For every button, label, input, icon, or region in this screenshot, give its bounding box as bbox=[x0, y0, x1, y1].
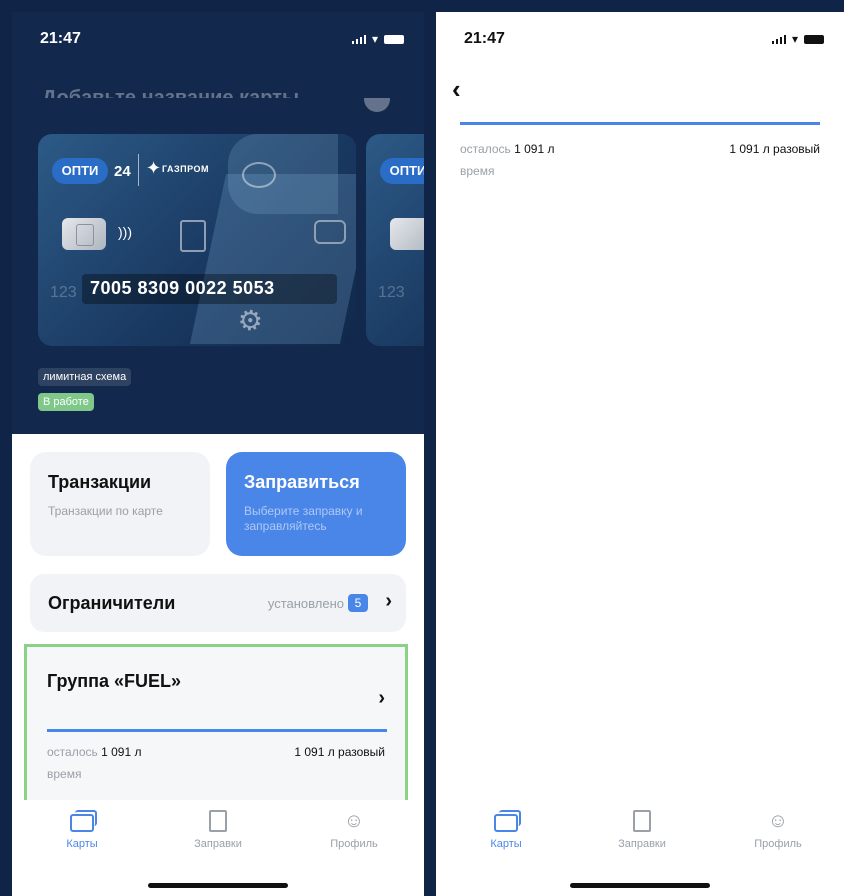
chevron-right-icon: › bbox=[385, 590, 392, 612]
time-label: время bbox=[47, 767, 82, 781]
limits-row[interactable]: Ограничители установлено 5 › bbox=[30, 574, 406, 632]
remaining-label: осталось bbox=[47, 745, 98, 759]
refuel-tile[interactable]: Заправиться Выберите заправку и заправля… bbox=[226, 452, 406, 556]
limit-progress-bar bbox=[47, 729, 387, 732]
signal-icon bbox=[351, 34, 366, 44]
cards-icon bbox=[446, 810, 566, 832]
group-title: Группа «FUEL» bbox=[47, 671, 182, 691]
transactions-subtitle: Транзакции по карте bbox=[48, 504, 163, 518]
logo-divider bbox=[138, 154, 139, 186]
fuel-pump-icon bbox=[180, 220, 206, 252]
wifi-icon: ▾ bbox=[371, 32, 378, 46]
limit-value: 1 091 л разовый bbox=[294, 745, 385, 759]
scheme-badge: лимитная схема bbox=[38, 368, 132, 386]
tab-bar: Карты Заправки ☺ Профиль bbox=[12, 800, 424, 896]
group-fuel-card[interactable]: Группа «FUEL» › осталось 1 091 л 1 091 л… bbox=[24, 644, 408, 804]
status-bar: 21:47 ▾ bbox=[436, 12, 844, 68]
group-detail-screen: 21:47 ▾ ‹ осталось 1 091 л 1 091 л разов… bbox=[436, 12, 844, 896]
fuel-card[interactable]: ОПТИ 24 ✦ ГАЗПРОМ ))) 123 7005 8309 0022… bbox=[38, 134, 356, 346]
opti-logo-number: 24 bbox=[114, 163, 131, 180]
opti-logo: ОПТИ bbox=[52, 158, 108, 184]
tab-cards[interactable]: Карты bbox=[446, 810, 566, 850]
transactions-tile[interactable]: Транзакции Транзакции по карте bbox=[30, 452, 210, 556]
limits-count-badge: 5 bbox=[348, 594, 368, 612]
card-ghost-digits: 123 bbox=[378, 284, 405, 301]
battery-icon bbox=[384, 34, 404, 44]
chip-icon bbox=[62, 218, 106, 250]
remaining-value: 1 091 л bbox=[514, 142, 555, 156]
tab-stations[interactable]: Заправки bbox=[158, 810, 278, 850]
card-ghost-digits: 123 bbox=[50, 284, 77, 301]
chevron-right-icon: › bbox=[378, 687, 385, 709]
fuel-station-icon bbox=[158, 810, 278, 832]
fuel-can-icon bbox=[242, 162, 276, 188]
cards-screen: 21:47 ▾ Добавьте название карты ОПТИ 24 … bbox=[12, 12, 424, 896]
remaining-label: осталось bbox=[460, 142, 511, 156]
next-card[interactable]: ОПТИ 123 bbox=[366, 134, 424, 346]
contactless-icon: ))) bbox=[118, 224, 132, 240]
car-icon bbox=[314, 220, 346, 244]
time-label: время bbox=[460, 164, 495, 178]
back-button[interactable]: ‹ bbox=[452, 74, 461, 105]
refuel-title: Заправиться bbox=[244, 472, 360, 492]
status-time: 21:47 bbox=[40, 30, 81, 47]
limits-label: Ограничители bbox=[48, 593, 176, 613]
remaining-text: осталось 1 091 л bbox=[47, 745, 142, 759]
gazprom-flame-icon: ✦ bbox=[146, 158, 162, 178]
card-name-header[interactable]: Добавьте название карты bbox=[42, 84, 362, 98]
tab-label: Профиль bbox=[754, 838, 802, 850]
status-icons: ▾ bbox=[351, 32, 404, 46]
gazprom-logo: ГАЗПРОМ bbox=[162, 164, 210, 174]
status-bar: 21:47 ▾ bbox=[12, 12, 424, 68]
chip-icon bbox=[390, 218, 424, 250]
profile-icon: ☺ bbox=[767, 810, 789, 832]
home-indicator bbox=[148, 883, 288, 888]
refuel-subtitle: Выберите заправку и заправляйтесь bbox=[244, 504, 363, 533]
limit-progress-bar bbox=[460, 122, 820, 125]
limit-progress-fill bbox=[47, 729, 387, 732]
tab-cards[interactable]: Карты bbox=[22, 810, 142, 850]
status-icons: ▾ bbox=[771, 32, 824, 46]
status-badge: В работе bbox=[38, 393, 94, 411]
battery-icon bbox=[804, 34, 824, 44]
home-indicator bbox=[570, 883, 710, 888]
card-pattern bbox=[189, 174, 356, 344]
limit-progress-fill bbox=[460, 122, 820, 125]
transactions-title: Транзакции bbox=[48, 472, 152, 492]
tab-profile[interactable]: ☺ Профиль bbox=[718, 810, 838, 850]
cards-icon bbox=[22, 810, 142, 832]
opti-logo: ОПТИ bbox=[380, 158, 424, 184]
tab-profile[interactable]: ☺ Профиль bbox=[294, 810, 414, 850]
tab-bar: Карты Заправки ☺ Профиль bbox=[436, 800, 844, 896]
remaining-text: осталось 1 091 л bbox=[460, 142, 555, 156]
edit-card-name-button[interactable] bbox=[364, 98, 390, 112]
signal-icon bbox=[771, 34, 786, 44]
status-time: 21:47 bbox=[464, 30, 505, 47]
limit-value: 1 091 л разовый bbox=[729, 142, 820, 156]
wifi-icon: ▾ bbox=[791, 32, 798, 46]
tab-stations[interactable]: Заправки bbox=[582, 810, 702, 850]
tab-label: Карты bbox=[66, 838, 98, 850]
tab-label: Заправки bbox=[194, 838, 242, 850]
fuel-station-icon bbox=[582, 810, 702, 832]
tab-label: Профиль bbox=[330, 838, 378, 850]
limits-installed-label: установлено bbox=[267, 596, 344, 611]
tab-label: Карты bbox=[490, 838, 522, 850]
tab-label: Заправки bbox=[618, 838, 666, 850]
profile-icon: ☺ bbox=[343, 810, 365, 832]
card-number: 7005 8309 0022 5053 bbox=[90, 278, 275, 298]
remaining-value: 1 091 л bbox=[101, 745, 142, 759]
